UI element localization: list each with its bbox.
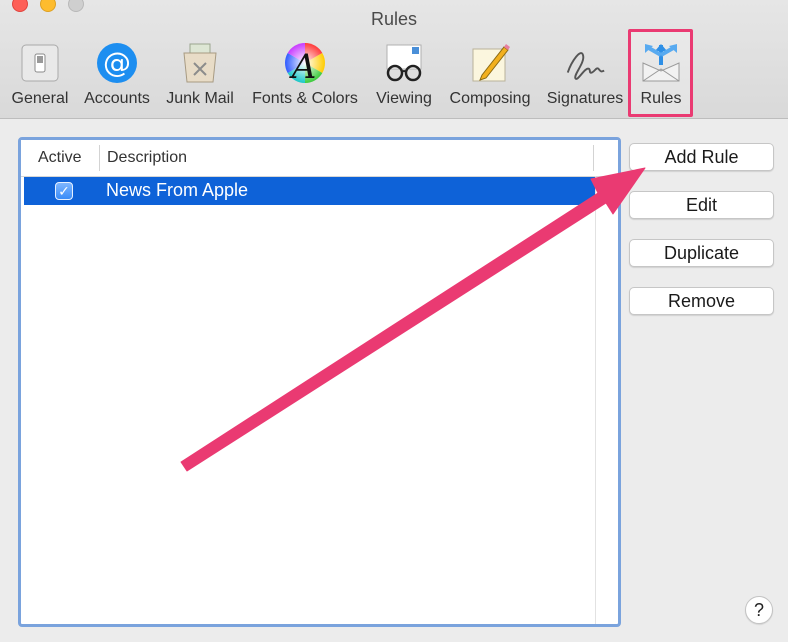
tab-fonts-colors[interactable]: A Fonts & Colors	[246, 40, 364, 112]
general-switch-icon	[17, 40, 63, 86]
tab-accounts-label: Accounts	[84, 90, 150, 107]
tab-viewing[interactable]: Viewing	[371, 40, 437, 112]
tab-junk-mail-label: Junk Mail	[166, 90, 234, 107]
remove-button[interactable]: Remove	[629, 287, 774, 315]
window-title: Rules	[370, 9, 418, 29]
at-sign-icon: @	[94, 40, 140, 86]
tab-general-label: General	[11, 90, 69, 107]
rules-table-header: Active Description	[21, 140, 618, 177]
pencil-note-icon	[467, 40, 513, 86]
tab-signatures[interactable]: Signatures	[542, 40, 628, 112]
edit-button[interactable]: Edit	[629, 191, 774, 219]
tab-signatures-label: Signatures	[546, 90, 624, 107]
signature-icon	[562, 40, 608, 86]
rule-active-checkbox[interactable]: ✓	[55, 182, 73, 200]
tab-junk-mail[interactable]: Junk Mail	[163, 40, 237, 112]
tab-composing-label: Composing	[449, 90, 531, 107]
help-button[interactable]: ?	[745, 596, 773, 624]
tab-composing[interactable]: Composing	[445, 40, 535, 112]
column-divider	[595, 176, 596, 624]
tab-fonts-colors-label: Fonts & Colors	[252, 90, 358, 107]
rules-envelope-icon	[638, 40, 684, 86]
tab-accounts[interactable]: @ Accounts	[80, 40, 154, 112]
column-header-description[interactable]: Description	[107, 149, 187, 167]
rules-preferences-window: Rules General @ Accounts Junk Mail A Fon…	[0, 0, 788, 642]
tab-rules-label: Rules	[640, 90, 682, 107]
svg-text:A: A	[289, 47, 317, 85]
toolbar: Rules General @ Accounts Junk Mail A Fon…	[0, 0, 788, 119]
rules-list[interactable]: Active Description ✓ News From Apple	[18, 137, 621, 627]
tab-rules[interactable]: Rules	[632, 40, 690, 112]
add-rule-button[interactable]: Add Rule	[629, 143, 774, 171]
rule-description: News From Apple	[106, 180, 249, 200]
column-header-active[interactable]: Active	[38, 149, 82, 167]
duplicate-button[interactable]: Duplicate	[629, 239, 774, 267]
column-separator	[593, 145, 594, 171]
svg-text:@: @	[103, 46, 131, 79]
junk-mail-bin-icon	[177, 40, 223, 86]
fonts-colors-icon: A	[282, 40, 328, 86]
glasses-icon	[381, 40, 427, 86]
tab-general[interactable]: General	[8, 40, 72, 112]
column-separator	[99, 145, 100, 171]
table-row[interactable]: ✓ News From Apple	[24, 177, 595, 205]
tab-viewing-label: Viewing	[376, 90, 432, 107]
